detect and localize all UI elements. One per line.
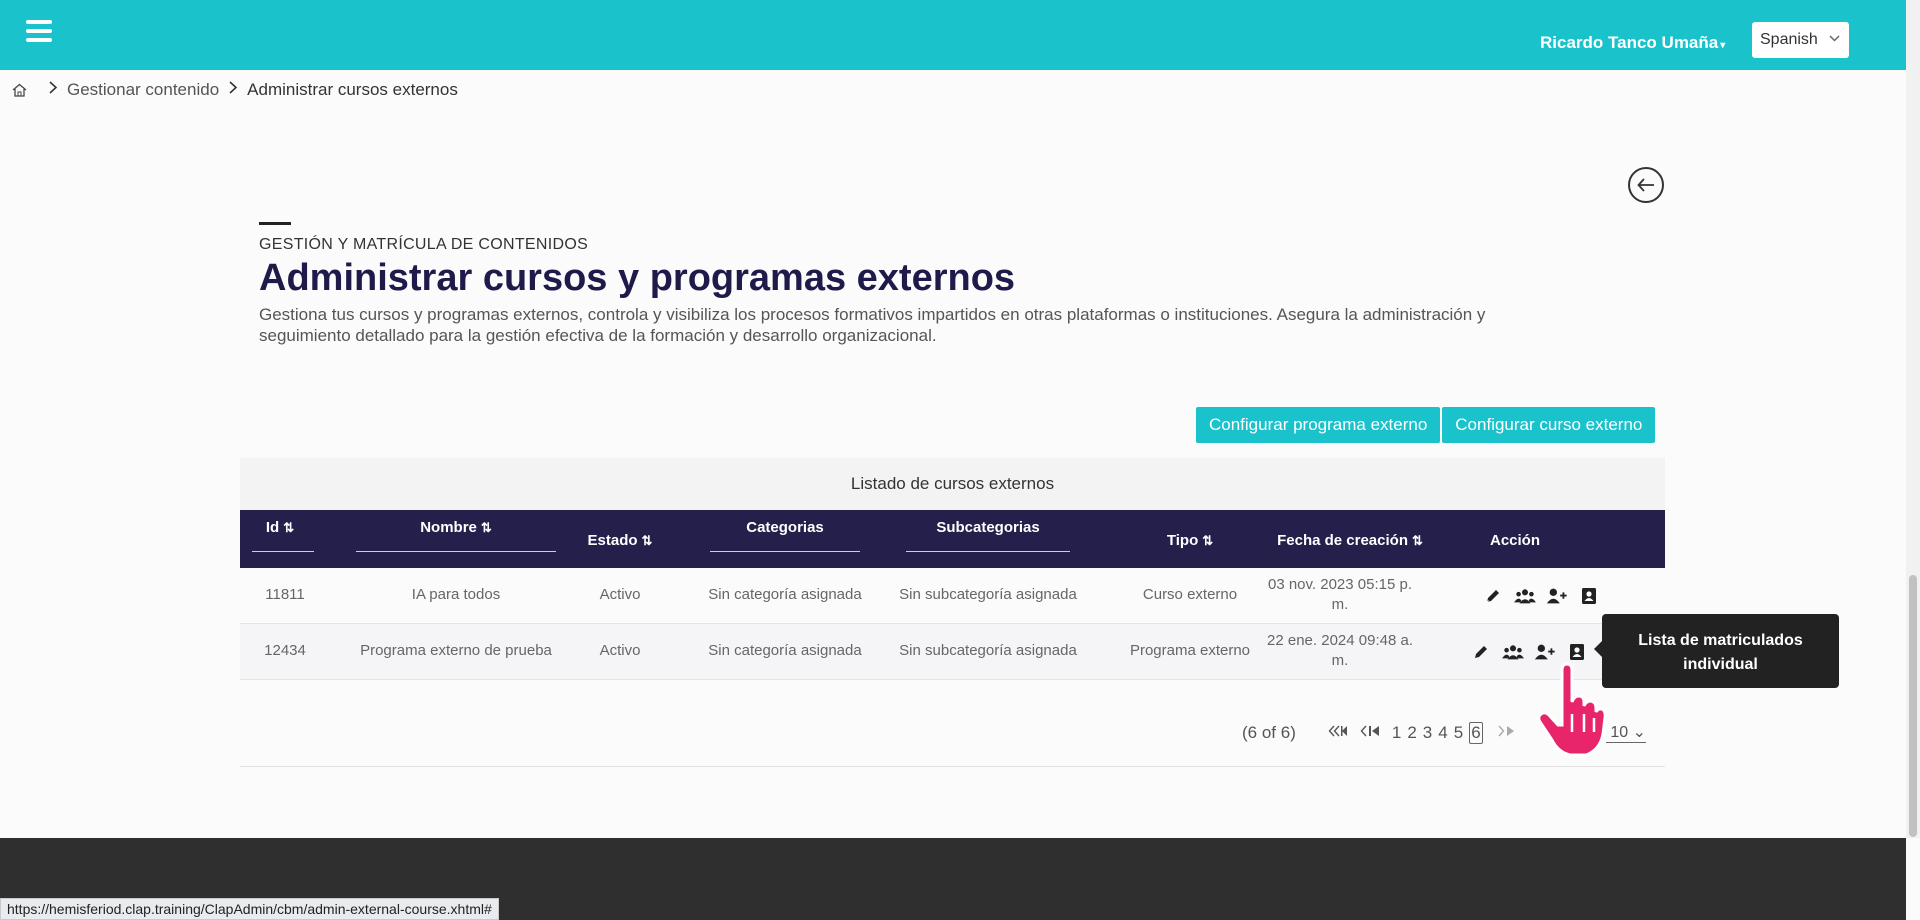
back-button[interactable]: [1628, 167, 1664, 203]
cell-tipo: Curso externo: [1142, 586, 1238, 603]
external-courses-table: Listado de cursos externos Id ⇅ Nombre ⇅ E…: [240, 458, 1665, 680]
arrow-left-icon: [1637, 178, 1654, 192]
page-description: Gestiona tus cursos y programas externos…: [259, 305, 1486, 345]
table-row: 11811 IA para todos Activo Sin categoría…: [240, 568, 1665, 624]
hamburger-menu-icon[interactable]: [26, 20, 52, 44]
column-header-categorias: Categorias: [746, 519, 824, 536]
tooltip-text: Lista de matriculados individual: [1638, 632, 1803, 673]
sort-icon: ⇅: [641, 533, 653, 548]
sort-icon: ⇅: [1202, 533, 1214, 548]
column-header-id[interactable]: Id ⇅: [250, 519, 310, 536]
sort-icon: ⇅: [283, 520, 295, 535]
configure-external-program-button[interactable]: Configurar programa externo: [1196, 407, 1441, 443]
hand-pointer-cursor-icon: [1537, 662, 1606, 757]
page-2-link[interactable]: 2: [1407, 723, 1416, 743]
filter-subcategorias-input[interactable]: [906, 551, 1070, 552]
next-page-icon[interactable]: [1497, 723, 1519, 743]
previous-page-icon[interactable]: [1360, 723, 1382, 743]
cell-estado: Activo: [599, 586, 641, 603]
first-page-icon[interactable]: [1328, 723, 1350, 743]
cell-id: 12434: [264, 642, 306, 659]
breadcrumb-current: Administrar cursos externos: [247, 80, 458, 99]
row-actions: [1470, 642, 1588, 662]
home-icon[interactable]: [12, 83, 27, 97]
language-select[interactable]: Spanish: [1752, 22, 1849, 58]
cell-fecha: 22 ene. 2024 09:48 a. m.: [1267, 632, 1413, 669]
language-value: Spanish: [1760, 31, 1818, 48]
configure-external-course-button[interactable]: Configurar curso externo: [1442, 407, 1656, 443]
filter-categorias-input[interactable]: [710, 551, 860, 552]
tooltip: Lista de matriculados individual: [1594, 614, 1839, 688]
column-header-accion: Acción: [1489, 532, 1540, 549]
page-6-link[interactable]: 6: [1469, 722, 1483, 744]
top-bar: Ricardo Tanco Umaña ▾ Spanish: [0, 0, 1906, 70]
user-name: Ricardo Tanco Umaña: [1540, 33, 1719, 52]
edit-pencil-icon[interactable]: [1470, 642, 1492, 662]
cell-fecha: 03 nov. 2023 05:15 p. m.: [1267, 576, 1412, 613]
table-caption: Listado de cursos externos: [240, 458, 1665, 510]
group-users-icon[interactable]: [1514, 586, 1536, 606]
page-4-link[interactable]: 4: [1438, 723, 1447, 743]
status-bar-url: https://hemisferiod.clap.training/ClapAd…: [0, 898, 499, 920]
row-actions: [1482, 586, 1600, 606]
rows-per-page-value: 10: [1610, 724, 1629, 741]
tooltip-arrow: [1594, 641, 1602, 657]
cell-subcategoria: Sin subcategoría asignada: [899, 642, 1077, 659]
cell-id: 11811: [265, 586, 305, 603]
cell-estado: Activo: [599, 642, 641, 659]
cell-nombre: Programa externo de prueba: [360, 642, 552, 659]
table-row: 12434 Programa externo de prueba Activo …: [240, 624, 1665, 680]
cell-tipo: Programa externo: [1129, 642, 1251, 659]
filter-id-input[interactable]: [252, 551, 314, 552]
page-scrollbar[interactable]: [1906, 0, 1920, 838]
chevron-down-icon: ⌄: [1632, 724, 1646, 741]
cell-categoria: Sin categoría asignada: [708, 642, 862, 659]
column-header-nombre[interactable]: Nombre ⇅: [356, 519, 556, 536]
filter-nombre-input[interactable]: [356, 551, 556, 552]
column-header-estado[interactable]: Estado ⇅: [580, 532, 660, 549]
scrollbar-thumb[interactable]: [1909, 575, 1917, 837]
column-header-tipo[interactable]: Tipo ⇅: [1140, 532, 1240, 549]
title-accent-line: [259, 222, 291, 225]
chevron-right-icon: [49, 81, 58, 99]
rows-per-page-select[interactable]: 10 ⌄: [1606, 722, 1646, 743]
pagination: (6 of 6) 1 2 3 4 5 6: [1242, 722, 1529, 744]
breadcrumb: Gestionar contenido Administrar cursos e…: [12, 80, 458, 100]
cell-nombre: IA para todos: [411, 586, 501, 603]
caret-down-icon: ▾: [1720, 40, 1726, 51]
page-5-link[interactable]: 5: [1454, 723, 1463, 743]
cell-categoria: Sin categoría asignada: [708, 586, 862, 603]
sort-icon: ⇅: [480, 520, 492, 535]
edit-pencil-icon[interactable]: [1482, 586, 1504, 606]
add-user-icon[interactable]: [1534, 642, 1556, 662]
page-3-link[interactable]: 3: [1423, 723, 1432, 743]
column-header-subcategorias: Subcategorias: [936, 519, 1040, 536]
breadcrumb-gestionar-contenido[interactable]: Gestionar contenido: [67, 80, 219, 100]
cell-subcategoria: Sin subcategoría asignada: [899, 586, 1077, 603]
page-title: Administrar cursos y programas externos: [259, 257, 1016, 299]
table-header: Id ⇅ Nombre ⇅ Estado ⇅ Categorias Subcatego…: [240, 510, 1665, 568]
chevron-right-icon: [229, 81, 238, 99]
column-header-fecha[interactable]: Fecha de creación ⇅: [1260, 532, 1440, 549]
add-user-icon[interactable]: [1546, 586, 1568, 606]
chevron-down-icon: [1829, 30, 1840, 45]
action-buttons: Configurar programa externo Configurar c…: [1196, 407, 1656, 443]
sort-icon: ⇅: [1412, 533, 1423, 548]
user-menu[interactable]: Ricardo Tanco Umaña ▾: [1540, 33, 1725, 53]
group-users-icon[interactable]: [1502, 642, 1524, 662]
enrolled-list-icon[interactable]: [1578, 586, 1600, 606]
table-bottom-divider: [240, 766, 1665, 767]
pagination-summary: (6 of 6): [1242, 723, 1296, 742]
enrolled-list-icon[interactable]: [1566, 642, 1588, 662]
page-eyebrow: GESTIÓN Y MATRÍCULA DE CONTENIDOS: [259, 236, 589, 253]
page-1-link[interactable]: 1: [1392, 723, 1401, 743]
